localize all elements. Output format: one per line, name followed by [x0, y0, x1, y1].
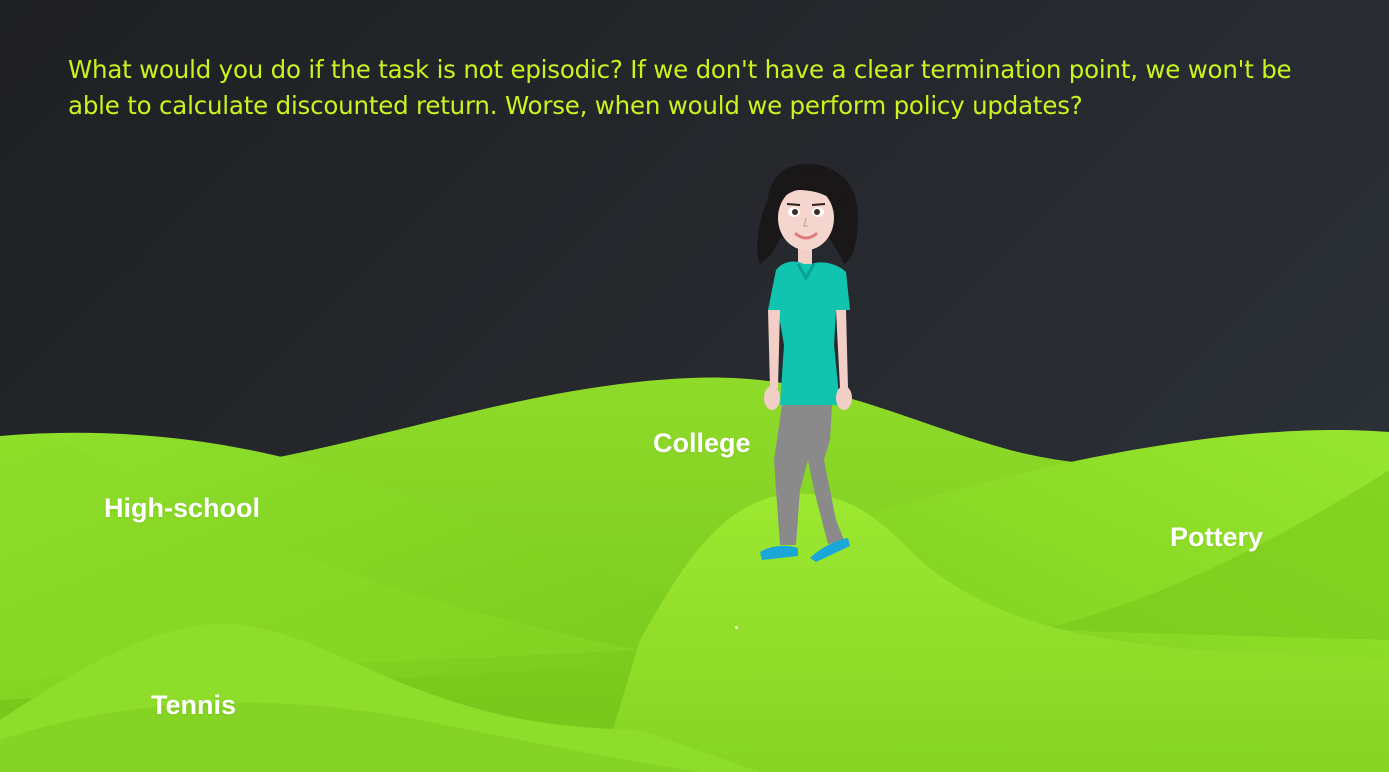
spark-dot	[735, 626, 738, 629]
hills-landscape	[0, 377, 1389, 772]
hill-label-college: College	[653, 428, 751, 458]
hill-label-high-school: High-school	[104, 493, 260, 523]
hill-label-tennis: Tennis	[151, 690, 237, 720]
woman-character-icon	[757, 163, 858, 562]
hill-label-pottery: Pottery	[1170, 522, 1264, 552]
